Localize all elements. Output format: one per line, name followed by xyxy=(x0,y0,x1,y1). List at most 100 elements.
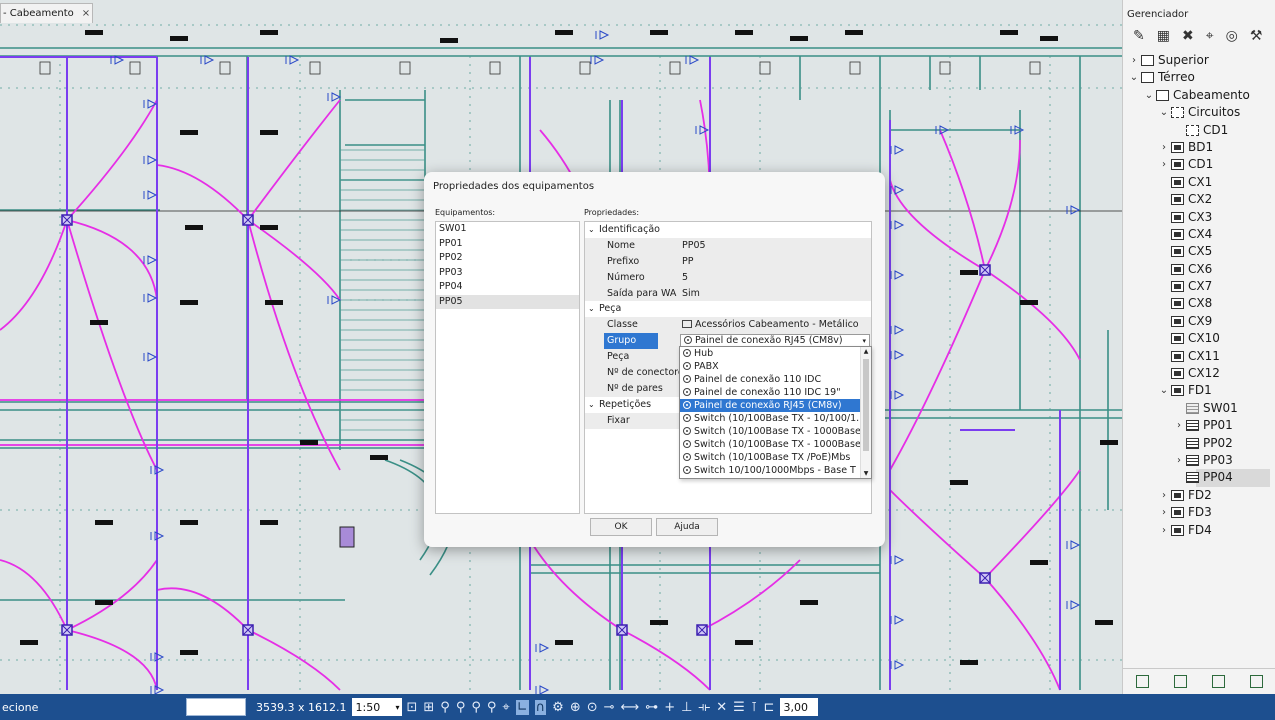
group-option[interactable]: Painel de conexão 110 IDC 19" xyxy=(680,386,860,399)
snap-tool-icon[interactable]: ⚲ xyxy=(456,700,466,715)
tree-item-fd1[interactable]: ⌄ FD1 xyxy=(1125,382,1275,399)
group-option[interactable]: Switch (10/100Base TX - 1000Base... xyxy=(680,425,860,438)
tree-item-cx8[interactable]: CX8 xyxy=(1125,295,1275,312)
scroll-down-icon[interactable]: ▼ xyxy=(861,470,871,477)
chevron-right-icon[interactable]: › xyxy=(1174,452,1184,469)
tree-item-cx3[interactable]: CX3 xyxy=(1125,209,1275,226)
equipment-list[interactable]: SW01 PP01 PP02 PP03 PP04 PP05 xyxy=(435,221,580,514)
prop-value-prefixo[interactable]: PP xyxy=(682,254,693,270)
tree-item-cx4[interactable]: CX4 xyxy=(1125,226,1275,243)
tree-item-cabeamento[interactable]: ⌄ Cabeamento xyxy=(1125,87,1275,104)
tree-item-pp03[interactable]: › PP03 xyxy=(1125,452,1275,469)
snap-tool-icon[interactable]: ⊶ xyxy=(645,700,658,715)
tree-item-circuitos[interactable]: ⌄ Circuitos xyxy=(1125,104,1275,121)
chevron-right-icon[interactable]: › xyxy=(1159,487,1169,504)
tree-item-cx11[interactable]: CX11 xyxy=(1125,348,1275,365)
prop-value-nome[interactable]: PP05 xyxy=(682,238,706,254)
equipment-item[interactable]: PP04 xyxy=(436,280,579,295)
equipment-item[interactable]: PP03 xyxy=(436,266,579,281)
snap-tool-icon[interactable]: ⊥ xyxy=(681,700,692,715)
group-dropdown-list[interactable]: Hub PABX Painel de conexão 110 IDC Paine… xyxy=(679,346,872,479)
tree-item-cx9[interactable]: CX9 xyxy=(1125,313,1275,330)
chevron-down-icon[interactable]: ⌄ xyxy=(1144,87,1154,104)
chevron-down-icon[interactable]: ⌄ xyxy=(1159,104,1169,121)
chevron-right-icon[interactable]: › xyxy=(1159,156,1169,173)
chevron-right-icon[interactable]: › xyxy=(1159,522,1169,539)
snap-tool-icon[interactable]: + xyxy=(664,700,675,715)
target-icon[interactable]: ◎ xyxy=(1226,28,1238,44)
help-button[interactable]: Ajuda xyxy=(656,518,718,536)
snap-tool-icon[interactable]: ⚲ xyxy=(440,700,450,715)
group-option[interactable]: PABX xyxy=(680,360,860,373)
locate-icon[interactable]: ⌖ xyxy=(1206,28,1214,44)
category-identificacao[interactable]: ⌄ Identificação xyxy=(585,222,871,238)
chevron-right-icon[interactable]: › xyxy=(1174,417,1184,434)
group-option[interactable]: Switch (10/100Base TX - 1000Base... xyxy=(680,438,860,451)
snap-tool-icon[interactable]: ⟷ xyxy=(621,700,640,715)
tree-item-sw01[interactable]: SW01 xyxy=(1125,400,1275,417)
close-icon[interactable]: × xyxy=(82,8,90,19)
chevron-right-icon[interactable]: › xyxy=(1159,139,1169,156)
prop-row-nome[interactable]: Nome PP05 xyxy=(585,237,871,254)
scroll-thumb[interactable] xyxy=(863,359,869,451)
tree-item-cx7[interactable]: CX7 xyxy=(1125,278,1275,295)
snap-tool-icon[interactable]: ⟛ xyxy=(698,700,710,715)
snap-tool-icon[interactable]: ⊏ xyxy=(764,700,775,715)
tree-item-pp01[interactable]: › PP01 xyxy=(1125,417,1275,434)
tree-item-fd2[interactable]: › FD2 xyxy=(1125,487,1275,504)
check-icon[interactable] xyxy=(1250,675,1264,688)
tree-item-bd1[interactable]: › BD1 xyxy=(1125,139,1275,156)
group-option[interactable]: Switch 10/100/1000Mbps - Base T xyxy=(680,464,860,477)
snap-tool-icon[interactable]: ✕ xyxy=(716,700,727,715)
equipment-item[interactable]: PP01 xyxy=(436,237,579,252)
snap-tool-icon[interactable]: ⚲ xyxy=(471,700,481,715)
tree-item-cd1[interactable]: › CD1 xyxy=(1125,156,1275,173)
equipment-item-selected[interactable]: PP05 xyxy=(436,294,579,309)
snap-tool-icon[interactable]: ⊺ xyxy=(751,700,758,715)
tree-item-pp02[interactable]: PP02 xyxy=(1125,435,1275,452)
scroll-up-icon[interactable]: ▲ xyxy=(861,348,871,355)
group-option-selected[interactable]: Painel de conexão RJ45 (CM8v) xyxy=(680,399,860,412)
snap-tool-icon[interactable]: ⊙ xyxy=(587,700,598,715)
edit-icon[interactable]: ✎ xyxy=(1133,28,1145,44)
snap-tool-icon[interactable]: ∟ xyxy=(515,699,529,715)
view-icon[interactable] xyxy=(1135,675,1149,688)
properties-icon[interactable] xyxy=(1212,675,1226,688)
chevron-right-icon[interactable]: › xyxy=(1129,52,1139,69)
tree-item-cx1[interactable]: CX1 xyxy=(1125,174,1275,191)
ok-button[interactable]: OK xyxy=(590,518,652,536)
group-option[interactable]: Painel de conexão 110 IDC xyxy=(680,373,860,386)
tools-icon[interactable]: ⚒ xyxy=(1250,28,1263,44)
group-option[interactable]: Switch (10/100Base TX /PoE)Mbs xyxy=(680,451,860,464)
tree-item-cd1[interactable]: CD1 xyxy=(1125,122,1275,139)
equipment-item[interactable]: PP02 xyxy=(436,251,579,266)
tree-item-cx10[interactable]: CX10 xyxy=(1125,330,1275,347)
prop-value-saida[interactable]: Sim xyxy=(682,286,700,302)
prop-row-numero[interactable]: Número 5 xyxy=(585,269,871,286)
prop-row-classe[interactable]: Classe Acessórios Cabeamento - Metálico xyxy=(585,317,871,334)
delete-icon[interactable]: ✖ xyxy=(1182,28,1194,44)
prop-row-saida[interactable]: Saída para WA Sim xyxy=(585,285,871,302)
snap-tool-icon[interactable]: ☰ xyxy=(733,700,745,715)
tree-item-térreo[interactable]: ⌄ Térreo xyxy=(1125,69,1275,86)
chevron-down-icon[interactable]: ⌄ xyxy=(1159,382,1169,399)
scale-select[interactable]: 1:50 ▾ xyxy=(352,698,403,716)
snap-tool-icon[interactable]: ∩ xyxy=(534,699,547,715)
dropdown-scrollbar[interactable]: ▲ ▼ xyxy=(860,347,871,478)
tree-item-fd4[interactable]: › FD4 xyxy=(1125,522,1275,539)
tree-item-pp04[interactable]: PP04 xyxy=(1125,469,1275,487)
snap-tool-icon[interactable]: ⊕ xyxy=(570,700,581,715)
snap-tool-icon[interactable]: ⚙ xyxy=(552,700,564,715)
tree-item-cx6[interactable]: CX6 xyxy=(1125,261,1275,278)
document-tab[interactable]: - Cabeamento × xyxy=(0,3,93,23)
tree-item-cx12[interactable]: CX12 xyxy=(1125,365,1275,382)
equipment-item[interactable]: SW01 xyxy=(436,222,579,237)
chevron-right-icon[interactable]: › xyxy=(1159,504,1169,521)
layers-icon[interactable] xyxy=(1173,675,1187,688)
chevron-down-icon[interactable]: ⌄ xyxy=(1129,69,1139,86)
tree-item-superior[interactable]: › Superior xyxy=(1125,52,1275,69)
snap-tool-icon[interactable]: ⌖ xyxy=(502,700,509,715)
tree-item-fd3[interactable]: › FD3 xyxy=(1125,504,1275,521)
group-option[interactable]: Hub xyxy=(680,347,860,360)
tree-item-cx2[interactable]: CX2 xyxy=(1125,191,1275,208)
